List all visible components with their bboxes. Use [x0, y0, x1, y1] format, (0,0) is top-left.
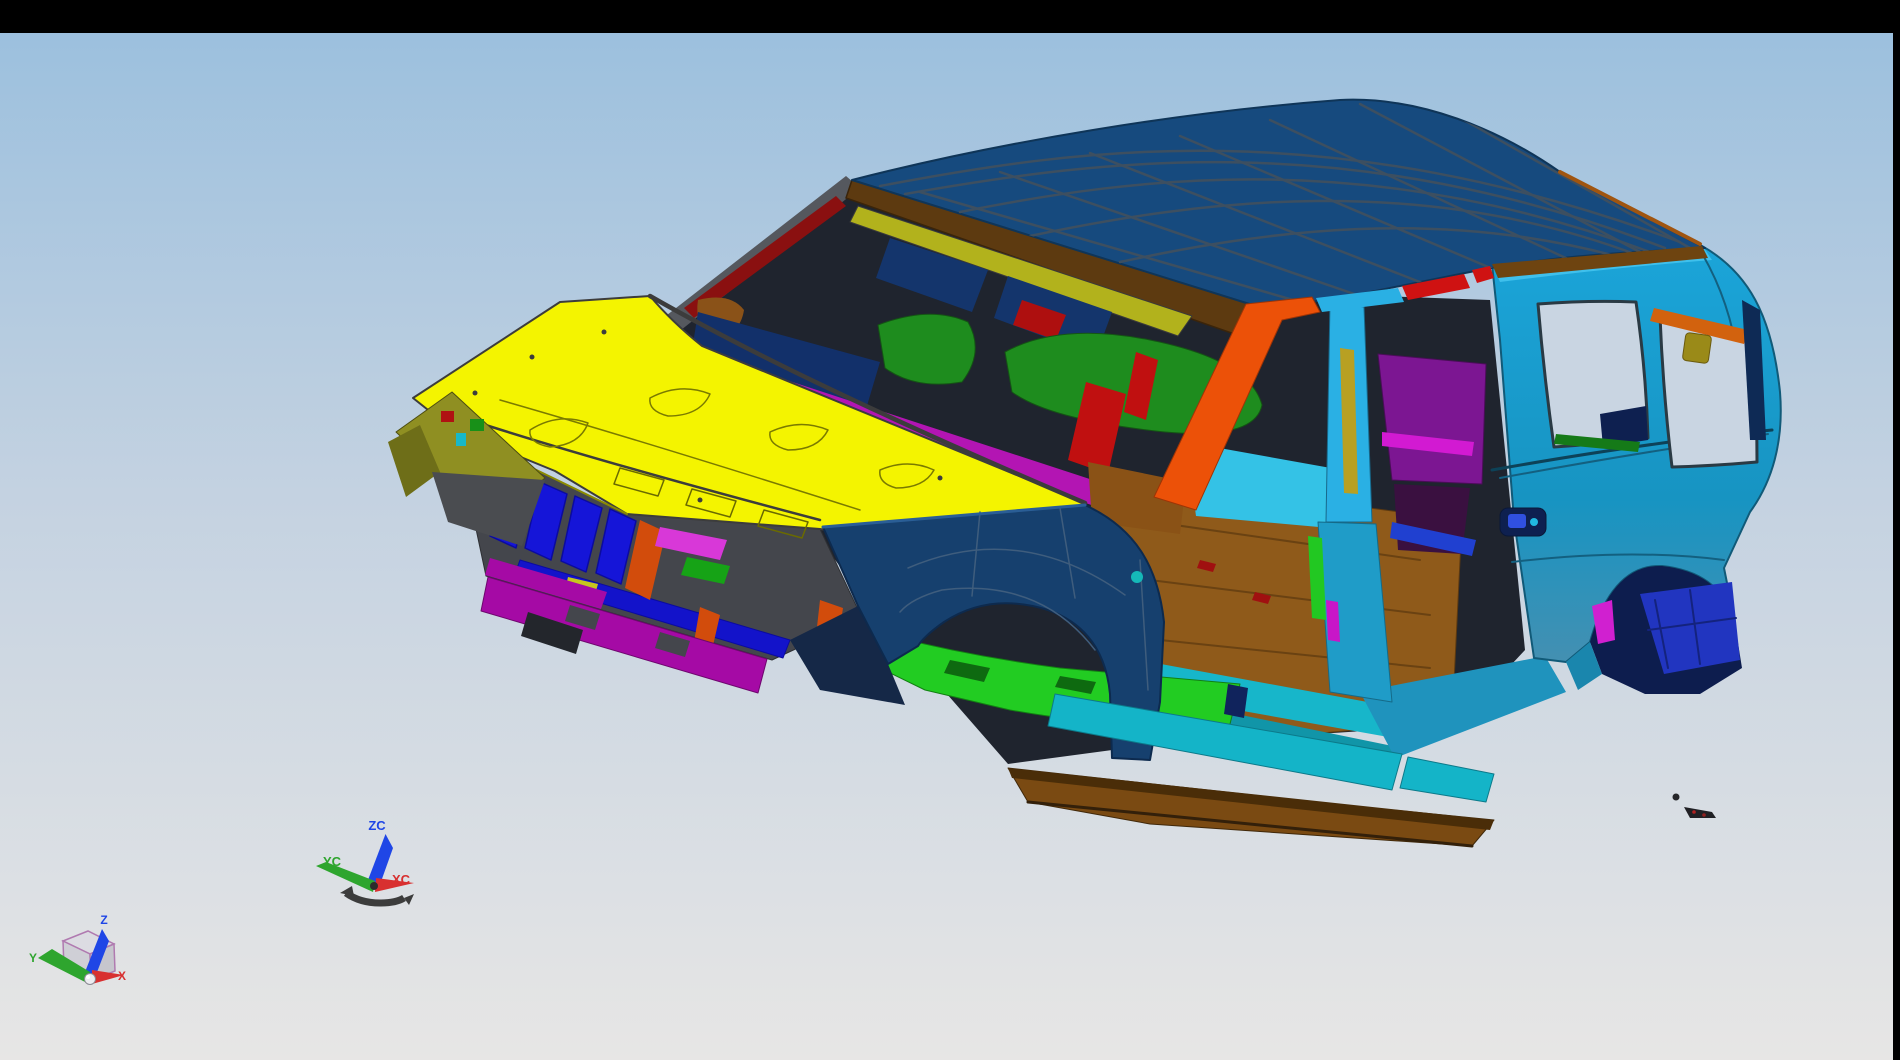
- door-handle-dot: [1530, 518, 1538, 526]
- wcs-origin[interactable]: [370, 882, 378, 890]
- abs-z-label: Z: [100, 913, 107, 927]
- rear-wheelhouse-trim: [1378, 354, 1486, 484]
- b-pillar-magenta-strip: [1326, 600, 1340, 642]
- abs-y-label: Y: [29, 951, 37, 965]
- window-olive-tab: [1682, 332, 1712, 363]
- fender-grommet: [1131, 571, 1143, 583]
- abs-x-label: X: [118, 969, 126, 983]
- floor-navy-bit: [1224, 684, 1248, 718]
- right-letterbox-bar: [1893, 0, 1900, 1060]
- wcs-y-label: YC: [323, 854, 342, 869]
- wcs-x-label: XC: [392, 872, 411, 887]
- abs-origin-highlight: [86, 975, 90, 979]
- door-handle-blue: [1508, 514, 1526, 528]
- abs-origin-sphere: [85, 974, 96, 985]
- wcs-z-label: ZC: [368, 818, 386, 833]
- loose-part-red: [1702, 813, 1706, 817]
- clip-green: [470, 419, 484, 431]
- graphics-area: ZC YC XC Z Y X: [0, 0, 1900, 1060]
- top-letterbox-bar: [0, 0, 1900, 33]
- loose-part-red: [1692, 810, 1696, 814]
- clip-red: [441, 411, 454, 422]
- cad-window: ZC YC XC Z Y X: [0, 0, 1900, 1060]
- clip-teal: [456, 433, 466, 446]
- loose-part-dot: [1673, 794, 1680, 801]
